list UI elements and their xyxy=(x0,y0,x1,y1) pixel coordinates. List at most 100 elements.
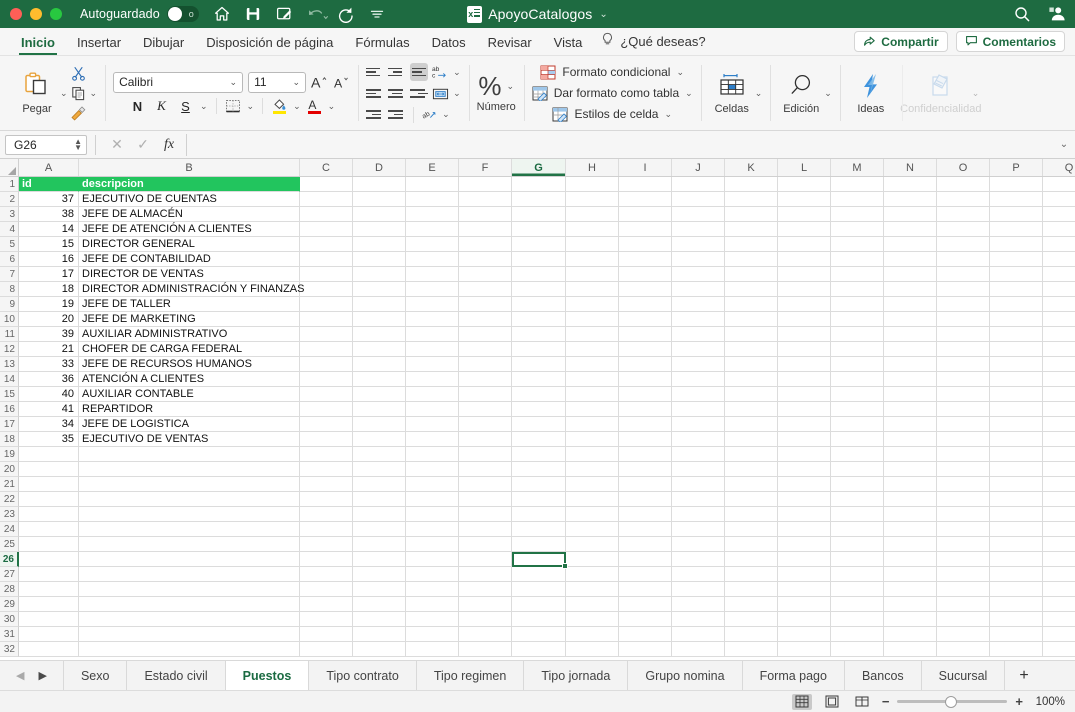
cell-I24[interactable] xyxy=(619,522,672,537)
cell-J20[interactable] xyxy=(672,462,725,477)
align-left-button[interactable] xyxy=(366,86,384,101)
cell-Q5[interactable] xyxy=(1043,237,1075,252)
row-header-5[interactable]: 5 xyxy=(0,237,19,252)
cell-G7[interactable] xyxy=(512,267,566,282)
wrap-text-icon[interactable]: ab c xyxy=(432,64,449,81)
underline-button[interactable]: S xyxy=(176,99,195,114)
cell-L14[interactable] xyxy=(778,372,831,387)
cell-B19[interactable] xyxy=(79,447,300,462)
cell-G1[interactable] xyxy=(512,177,566,192)
cell-N1[interactable] xyxy=(884,177,937,192)
ribbon-tab-disposicion-de-pagina[interactable]: Disposición de página xyxy=(195,35,344,55)
fill-color-chevron-down-icon[interactable]: ⌄ xyxy=(293,101,301,112)
column-header-m[interactable]: M xyxy=(831,159,884,176)
cell-B32[interactable] xyxy=(79,642,300,657)
cell-H9[interactable] xyxy=(566,297,619,312)
cell-F31[interactable] xyxy=(459,627,512,642)
column-header-l[interactable]: L xyxy=(778,159,831,176)
chevron-down-icon[interactable]: ⌄ xyxy=(1053,139,1075,150)
cell-Q11[interactable] xyxy=(1043,327,1075,342)
normal-view-icon[interactable] xyxy=(791,693,812,710)
cell-B24[interactable] xyxy=(79,522,300,537)
cell-L17[interactable] xyxy=(778,417,831,432)
name-box-spinner-icon[interactable]: ▲ ▼ xyxy=(74,137,82,151)
cell-B12[interactable]: CHOFER DE CARGA FEDERAL xyxy=(79,342,300,357)
cell-A4[interactable]: 14 xyxy=(19,222,79,237)
cell-I22[interactable] xyxy=(619,492,672,507)
copy-button[interactable]: ⌄ xyxy=(70,85,97,102)
cell-B16[interactable]: REPARTIDOR xyxy=(79,402,300,417)
cell-A23[interactable] xyxy=(19,507,79,522)
cell-P28[interactable] xyxy=(990,582,1043,597)
cell-H18[interactable] xyxy=(566,432,619,447)
cell-M7[interactable] xyxy=(831,267,884,282)
cell-J15[interactable] xyxy=(672,387,725,402)
cell-J31[interactable] xyxy=(672,627,725,642)
share-button[interactable]: Compartir xyxy=(854,31,948,52)
cell-E18[interactable] xyxy=(406,432,459,447)
cell-Q22[interactable] xyxy=(1043,492,1075,507)
cell-K24[interactable] xyxy=(725,522,778,537)
cell-N20[interactable] xyxy=(884,462,937,477)
borders-chevron-down-icon[interactable]: ⌄ xyxy=(247,101,255,112)
cell-M13[interactable] xyxy=(831,357,884,372)
cell-G10[interactable] xyxy=(512,312,566,327)
cell-C27[interactable] xyxy=(300,567,353,582)
cell-C17[interactable] xyxy=(300,417,353,432)
cell-M21[interactable] xyxy=(831,477,884,492)
cell-A21[interactable] xyxy=(19,477,79,492)
cell-O32[interactable] xyxy=(937,642,990,657)
column-header-h[interactable]: H xyxy=(566,159,619,176)
cell-A31[interactable] xyxy=(19,627,79,642)
cell-J19[interactable] xyxy=(672,447,725,462)
cell-O10[interactable] xyxy=(937,312,990,327)
cell-E31[interactable] xyxy=(406,627,459,642)
cell-M28[interactable] xyxy=(831,582,884,597)
row-header-6[interactable]: 6 xyxy=(0,252,19,267)
sheet-tab-sexo[interactable]: Sexo xyxy=(62,661,127,690)
cell-E24[interactable] xyxy=(406,522,459,537)
cell-D1[interactable] xyxy=(353,177,406,192)
cell-E32[interactable] xyxy=(406,642,459,657)
cell-K5[interactable] xyxy=(725,237,778,252)
cell-Q4[interactable] xyxy=(1043,222,1075,237)
fx-icon[interactable]: fx xyxy=(156,137,182,153)
row-header-28[interactable]: 28 xyxy=(0,582,19,597)
cell-N10[interactable] xyxy=(884,312,937,327)
cell-H2[interactable] xyxy=(566,192,619,207)
cell-B5[interactable]: DIRECTOR GENERAL xyxy=(79,237,300,252)
cell-D2[interactable] xyxy=(353,192,406,207)
cell-G29[interactable] xyxy=(512,597,566,612)
cell-H13[interactable] xyxy=(566,357,619,372)
zoom-slider-knob[interactable] xyxy=(945,695,958,708)
cells-button[interactable]: Celdas xyxy=(709,71,755,115)
cell-N21[interactable] xyxy=(884,477,937,492)
cell-M25[interactable] xyxy=(831,537,884,552)
cell-H21[interactable] xyxy=(566,477,619,492)
cell-Q13[interactable] xyxy=(1043,357,1075,372)
cell-G19[interactable] xyxy=(512,447,566,462)
cell-E29[interactable] xyxy=(406,597,459,612)
cell-C26[interactable] xyxy=(300,552,353,567)
cell-H3[interactable] xyxy=(566,207,619,222)
cell-A17[interactable]: 34 xyxy=(19,417,79,432)
cell-G11[interactable] xyxy=(512,327,566,342)
cell-N3[interactable] xyxy=(884,207,937,222)
font-size-select[interactable]: 11 ⌄ xyxy=(248,71,307,93)
cell-M27[interactable] xyxy=(831,567,884,582)
cell-F1[interactable] xyxy=(459,177,512,192)
cell-K7[interactable] xyxy=(725,267,778,282)
cell-A27[interactable] xyxy=(19,567,79,582)
cell-H30[interactable] xyxy=(566,612,619,627)
row-header-11[interactable]: 11 xyxy=(0,327,19,342)
cell-F26[interactable] xyxy=(459,552,512,567)
row-header-23[interactable]: 23 xyxy=(0,507,19,522)
cell-K15[interactable] xyxy=(725,387,778,402)
cell-G16[interactable] xyxy=(512,402,566,417)
borders-button[interactable] xyxy=(225,98,242,115)
cell-M22[interactable] xyxy=(831,492,884,507)
select-all-corner[interactable] xyxy=(0,159,19,176)
cell-P15[interactable] xyxy=(990,387,1043,402)
cell-Q31[interactable] xyxy=(1043,627,1075,642)
cell-G30[interactable] xyxy=(512,612,566,627)
